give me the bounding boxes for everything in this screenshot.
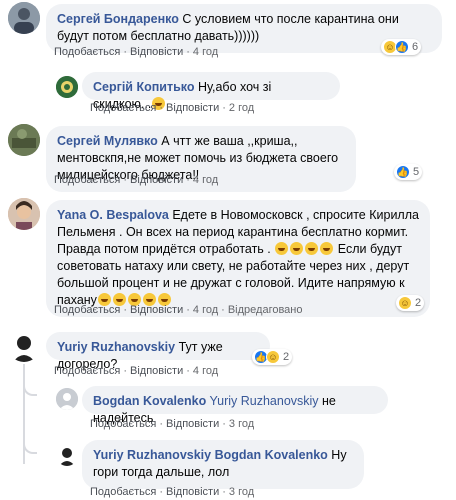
comment-bubble: Yana O. Bespalova Едете в Новомосковск ,… bbox=[46, 200, 430, 317]
comment-actions: Подобається · Відповісти · 2 год bbox=[90, 102, 254, 114]
like-link[interactable]: Подобається bbox=[54, 365, 120, 377]
separator: · bbox=[186, 365, 190, 377]
laugh-emoji-icon bbox=[320, 242, 334, 255]
reply-link[interactable]: Відповісти bbox=[166, 418, 219, 430]
comment-bubble: Yuriy Ruzhanovskiy Bogdan Kovalenko Ну г… bbox=[82, 440, 364, 489]
comment-time[interactable]: 3 год bbox=[229, 486, 254, 498]
comment-actions: Подобається · Відповісти · 4 год bbox=[54, 46, 218, 58]
reply-link[interactable]: Відповісти bbox=[166, 486, 219, 498]
reaction-count: 5 bbox=[413, 166, 420, 178]
like-link[interactable]: Подобається bbox=[54, 304, 120, 316]
thread-connector bbox=[23, 438, 37, 454]
avatar-silhouette-icon bbox=[56, 444, 78, 466]
avatar[interactable] bbox=[56, 388, 78, 410]
separator: · bbox=[221, 304, 225, 316]
reactions-summary[interactable]: ☺ 👍 6 bbox=[381, 39, 422, 55]
laugh-emoji-icon bbox=[290, 242, 304, 255]
comment-author[interactable]: Сергей Мулявко bbox=[57, 134, 158, 148]
avatar[interactable] bbox=[8, 124, 40, 156]
reaction-count: 2 bbox=[415, 297, 422, 309]
comment-bubble: Bogdan Kovalenko Yuriy Ruzhanovskiy не н… bbox=[82, 386, 388, 425]
thread-connector bbox=[23, 380, 37, 396]
like-link[interactable]: Подобається bbox=[54, 174, 120, 186]
reaction-count: 2 bbox=[283, 351, 290, 363]
comment-time[interactable]: 2 год bbox=[229, 102, 254, 114]
comment-actions: Подобається · Відповісти · 4 год · Відредагова… bbox=[54, 304, 303, 316]
avatar-silhouette-icon bbox=[8, 330, 40, 362]
reply-link[interactable]: Відповісти bbox=[130, 365, 183, 377]
comment-author[interactable]: Bogdan Kovalenko bbox=[93, 394, 206, 408]
like-icon: 👍 bbox=[396, 165, 410, 179]
comment-actions: Подобається · Відповісти · 4 год bbox=[54, 365, 218, 377]
separator: · bbox=[186, 174, 190, 186]
comment-time[interactable]: 4 год bbox=[193, 174, 218, 186]
separator: · bbox=[159, 486, 163, 498]
avatar[interactable] bbox=[56, 76, 78, 98]
emoji-group bbox=[274, 242, 334, 256]
separator: · bbox=[123, 46, 127, 58]
like-link[interactable]: Подобається bbox=[90, 102, 156, 114]
avatar-photo-icon bbox=[8, 124, 40, 156]
avatar[interactable] bbox=[8, 2, 40, 34]
reply-link[interactable]: Відповісти bbox=[130, 174, 183, 186]
avatar-photo-icon bbox=[8, 2, 40, 34]
mention-link[interactable]: Yuriy Ruzhanovskiy bbox=[209, 394, 318, 408]
avatar[interactable] bbox=[56, 444, 78, 466]
comment-author[interactable]: Сергей Бондаренко bbox=[57, 12, 179, 26]
separator: · bbox=[222, 102, 226, 114]
separator: · bbox=[222, 486, 226, 498]
comment-time[interactable]: 4 год bbox=[193, 46, 218, 58]
mention-link[interactable]: Bogdan Kovalenko bbox=[215, 448, 328, 462]
separator: · bbox=[186, 46, 190, 58]
comment-time[interactable]: 4 год bbox=[193, 365, 218, 377]
reactions-summary[interactable]: 👍 ☺ 2 bbox=[252, 349, 293, 365]
reply-link[interactable]: Відповісти bbox=[130, 304, 183, 316]
comment-author[interactable]: Yuriy Ruzhanovskiy bbox=[93, 448, 211, 462]
haha-icon: ☺ bbox=[398, 296, 412, 310]
comment-author[interactable]: Yana O. Bespalova bbox=[57, 208, 169, 222]
separator: · bbox=[222, 418, 226, 430]
like-icon: 👍 bbox=[395, 40, 409, 54]
separator: · bbox=[159, 102, 163, 114]
like-link[interactable]: Подобається bbox=[90, 418, 156, 430]
avatar[interactable] bbox=[8, 330, 40, 362]
default-avatar-icon bbox=[56, 388, 78, 410]
edited-label[interactable]: Відредаговано bbox=[228, 304, 303, 316]
avatar-emblem-icon bbox=[56, 76, 78, 98]
separator: · bbox=[123, 365, 127, 377]
separator: · bbox=[123, 304, 127, 316]
avatar[interactable] bbox=[8, 198, 40, 230]
laugh-emoji-icon bbox=[275, 242, 289, 255]
like-link[interactable]: Подобається bbox=[54, 46, 120, 58]
comment-actions: Подобається · Відповісти · 4 год bbox=[54, 174, 218, 186]
reply-link[interactable]: Відповісти bbox=[166, 102, 219, 114]
separator: · bbox=[159, 418, 163, 430]
reply-link[interactable]: Відповісти bbox=[130, 46, 183, 58]
comment-time[interactable]: 4 год bbox=[193, 304, 218, 316]
comment-time[interactable]: 3 год bbox=[229, 418, 254, 430]
avatar-photo-icon bbox=[8, 198, 40, 230]
reactions-summary[interactable]: 👍 5 bbox=[394, 164, 423, 180]
separator: · bbox=[123, 174, 127, 186]
comment-actions: Подобається · Відповісти · 3 год bbox=[90, 418, 254, 430]
comment-actions: Подобається · Відповісти · 3 год bbox=[90, 486, 254, 498]
reactions-summary[interactable]: ☺ 2 bbox=[396, 295, 425, 311]
comment-author[interactable]: Yuriy Ruzhanovskiy bbox=[57, 340, 175, 354]
laugh-emoji-icon bbox=[305, 242, 319, 255]
haha-icon: ☺ bbox=[266, 350, 280, 364]
comment-bubble: Yuriy Ruzhanovskiy Тут уже догорело? bbox=[46, 332, 270, 371]
separator: · bbox=[186, 304, 190, 316]
reaction-count: 6 bbox=[412, 41, 419, 53]
comment-author[interactable]: Сергій Копитько bbox=[93, 80, 194, 94]
like-link[interactable]: Подобається bbox=[90, 486, 156, 498]
comment-bubble: Сергій Копитько Ну,або хоч зі скидкою... bbox=[82, 72, 340, 111]
